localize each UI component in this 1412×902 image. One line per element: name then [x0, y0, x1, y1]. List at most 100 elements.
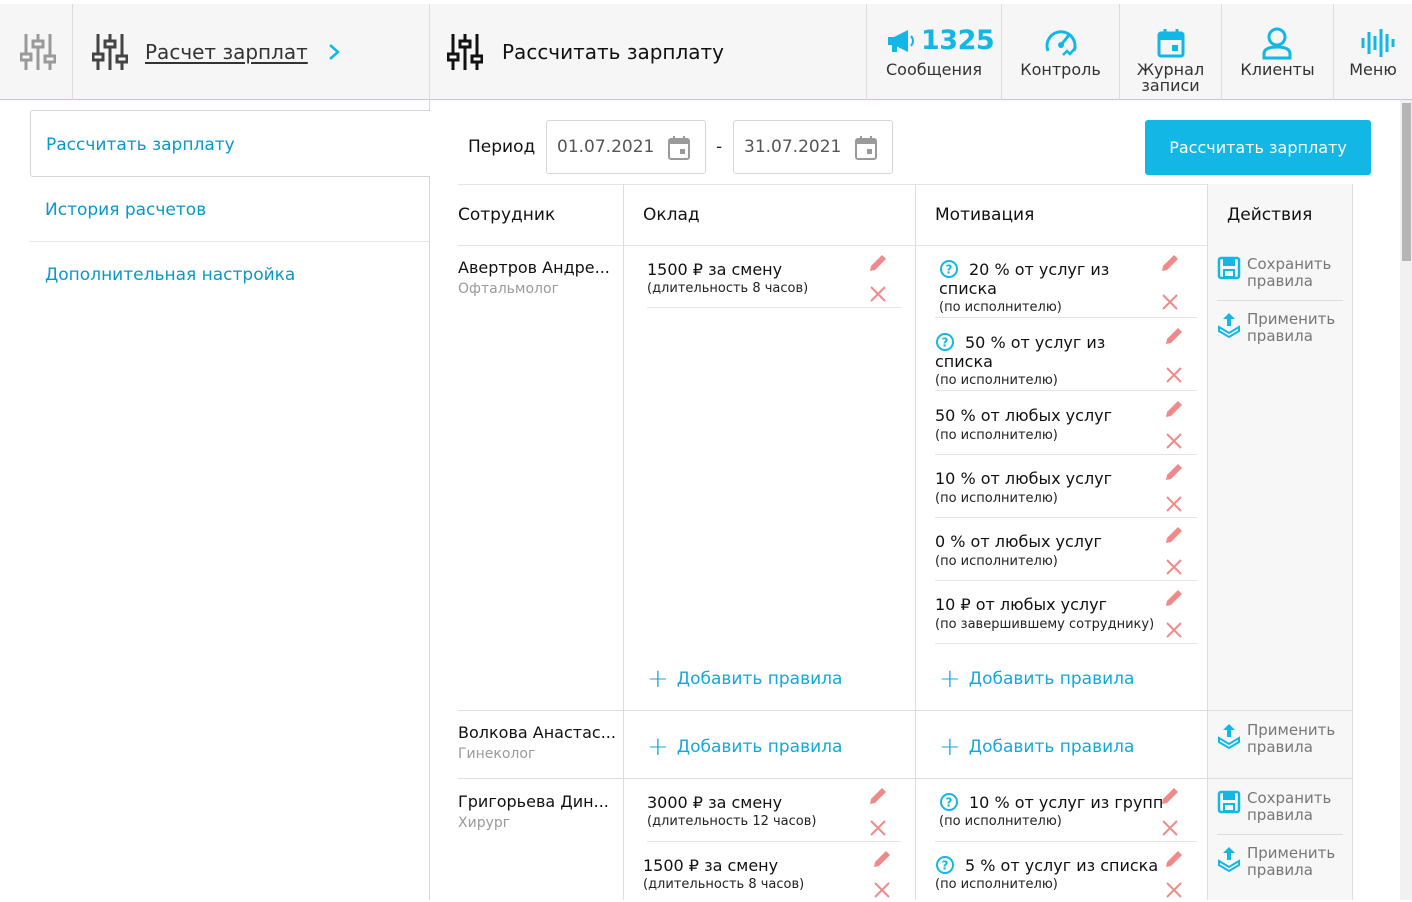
- apply-rules-button[interactable]: Применить правила: [1217, 722, 1347, 756]
- motivation-rule-detail: (по исполнителю): [935, 428, 1058, 443]
- calendar-icon[interactable]: [854, 135, 878, 165]
- motivation-rule-title: 10 % от любых услуг: [935, 469, 1113, 488]
- edit-pencil-icon[interactable]: [1163, 587, 1185, 613]
- motivation-rule-title: 50 % от услуг из: [965, 333, 1106, 352]
- edit-pencil-icon[interactable]: [867, 252, 889, 278]
- row-divider: [458, 778, 1353, 779]
- nav-control-label: Контроль: [1020, 60, 1101, 79]
- plus-icon: +: [939, 732, 961, 762]
- save-rules-button[interactable]: Сохранить правила: [1217, 790, 1347, 824]
- nav-control[interactable]: Контроль: [1002, 4, 1119, 100]
- delete-x-icon[interactable]: [1166, 559, 1182, 579]
- motivation-rule-detail: (по исполнителю): [935, 491, 1058, 506]
- employee-role: Хирург: [458, 815, 511, 831]
- add-rule-label: Добавить правила: [968, 737, 1135, 757]
- edit-pencil-icon[interactable]: [871, 848, 893, 874]
- motivation-rule-title: 10 ₽ от любых услуг: [935, 595, 1108, 614]
- column-header-employee: Сотрудник: [458, 205, 556, 225]
- calculate-salary-button[interactable]: Рассчитать зарплату: [1145, 120, 1371, 175]
- page-sliders-icon: [446, 32, 484, 76]
- apply-rules-button[interactable]: Применить правила: [1217, 845, 1347, 879]
- period-label: Период: [468, 137, 536, 157]
- rule-divider: [935, 580, 1197, 581]
- sidebar-item-calculate[interactable]: Рассчитать зарплату: [30, 110, 430, 177]
- svg-text:?: ?: [942, 336, 949, 350]
- salary-rule-detail: (длительность 8 часов): [647, 281, 809, 296]
- delete-x-icon[interactable]: [1166, 433, 1182, 453]
- motivation-rule-detail: (по исполнителю): [935, 877, 1058, 892]
- delete-x-icon[interactable]: [1162, 820, 1178, 840]
- date-from-field[interactable]: 01.07.2021: [546, 120, 706, 174]
- nav-clients[interactable]: Клиенты: [1222, 4, 1333, 100]
- nav-journal[interactable]: Журнал записи: [1120, 4, 1221, 100]
- edit-pencil-icon[interactable]: [867, 785, 889, 811]
- megaphone-icon: [886, 28, 916, 58]
- delete-x-icon[interactable]: [870, 820, 886, 840]
- delete-x-icon[interactable]: [1166, 882, 1182, 902]
- header-divider: [72, 4, 73, 100]
- edit-pencil-icon[interactable]: [1159, 252, 1181, 278]
- nav-menu[interactable]: Меню: [1334, 4, 1412, 100]
- edit-pencil-icon[interactable]: [1159, 785, 1181, 811]
- plus-icon: +: [647, 732, 669, 762]
- rule-divider: [935, 317, 1197, 318]
- delete-x-icon[interactable]: [1162, 294, 1178, 314]
- rule-divider: [935, 390, 1197, 391]
- apply-rules-button[interactable]: Применить правила: [1217, 311, 1347, 345]
- calendar-icon[interactable]: [667, 135, 691, 165]
- column-header-actions: Действия: [1227, 205, 1313, 225]
- employee-name[interactable]: Григорьева Дин...: [458, 792, 609, 811]
- edit-pencil-icon[interactable]: [1163, 325, 1185, 351]
- save-rules-button[interactable]: Сохранить правила: [1217, 256, 1347, 290]
- edit-pencil-icon[interactable]: [1163, 524, 1185, 550]
- edit-pencil-icon[interactable]: [1163, 461, 1185, 487]
- motivation-rule-detail: (по завершившему сотруднику): [935, 617, 1155, 632]
- rule-divider: [935, 643, 1197, 644]
- motivation-rule-detail: (по исполнителю): [939, 300, 1062, 315]
- salary-rule-detail: (длительность 8 часов): [643, 877, 805, 892]
- column-divider: [623, 184, 624, 900]
- date-to-field[interactable]: 31.07.2021: [733, 120, 893, 174]
- apply-rules-label: Применить правила: [1247, 310, 1336, 345]
- motivation-rule-title-cont: списка: [939, 279, 997, 298]
- delete-x-icon[interactable]: [1166, 496, 1182, 516]
- save-rules-label: Сохранить правила: [1247, 789, 1332, 824]
- sidebar-item-history[interactable]: История расчетов: [30, 178, 430, 242]
- page-title: Рассчитать зарплату: [502, 40, 725, 64]
- settings-sliders-icon[interactable]: [19, 32, 57, 76]
- help-question-icon[interactable]: ?: [935, 855, 955, 879]
- salary-rule-title: 1500 ₽ за смену: [643, 856, 779, 875]
- date-to-value: 31.07.2021: [744, 137, 842, 157]
- nav-clients-label: Клиенты: [1240, 60, 1315, 79]
- add-rule-label: Добавить правила: [676, 669, 843, 689]
- rule-divider: [647, 307, 901, 308]
- date-from-value: 01.07.2021: [557, 137, 655, 157]
- messages-count-badge: 1325: [921, 25, 995, 56]
- apply-upload-icon: [1217, 722, 1241, 756]
- employee-name[interactable]: Авертров Андре...: [458, 258, 610, 277]
- add-salary-rule-button[interactable]: + Добавить правила: [647, 732, 842, 762]
- nav-messages-label: Сообщения: [885, 60, 982, 79]
- menu-icon: [1360, 28, 1396, 62]
- employee-name[interactable]: Волкова Анастас...: [458, 723, 616, 742]
- delete-x-icon[interactable]: [874, 882, 890, 902]
- chevron-right-icon: [327, 42, 341, 66]
- sidebar-item-extra-settings[interactable]: Дополнительная настройка: [30, 243, 430, 307]
- save-floppy-icon: [1217, 790, 1241, 824]
- plus-icon: +: [939, 664, 961, 694]
- delete-x-icon[interactable]: [1166, 622, 1182, 642]
- motivation-rule-title: 50 % от любых услуг: [935, 406, 1113, 425]
- motivation-rule-detail: (по исполнителю): [935, 554, 1058, 569]
- help-question-icon[interactable]: ?: [939, 792, 959, 816]
- edit-pencil-icon[interactable]: [1163, 398, 1185, 424]
- motivation-rule-detail: (по исполнителю): [939, 814, 1062, 829]
- breadcrumb-link[interactable]: Расчет зарплат: [145, 40, 308, 64]
- delete-x-icon[interactable]: [870, 286, 886, 306]
- delete-x-icon[interactable]: [1166, 367, 1182, 387]
- add-motivation-rule-button[interactable]: + Добавить правила: [939, 732, 1134, 762]
- add-motivation-rule-button[interactable]: + Добавить правила: [939, 664, 1134, 694]
- edit-pencil-icon[interactable]: [1163, 848, 1185, 874]
- svg-text:?: ?: [946, 263, 953, 277]
- scrollbar-thumb[interactable]: [1402, 103, 1411, 261]
- add-salary-rule-button[interactable]: + Добавить правила: [647, 664, 842, 694]
